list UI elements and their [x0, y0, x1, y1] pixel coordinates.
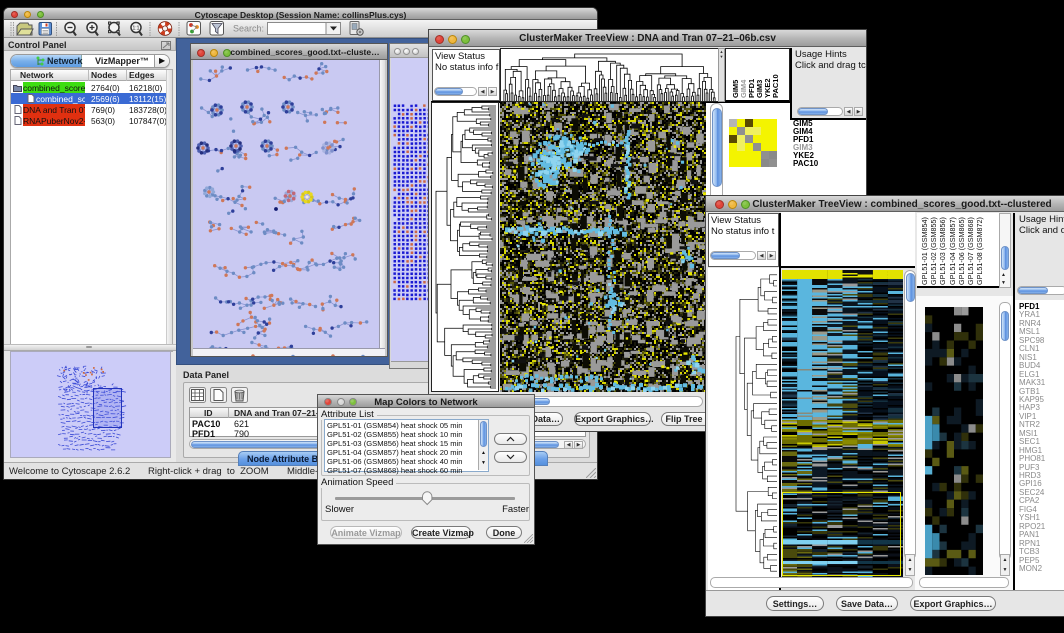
svg-text:Search:: Search: [233, 24, 264, 34]
svg-text:1:1: 1:1 [133, 26, 140, 32]
